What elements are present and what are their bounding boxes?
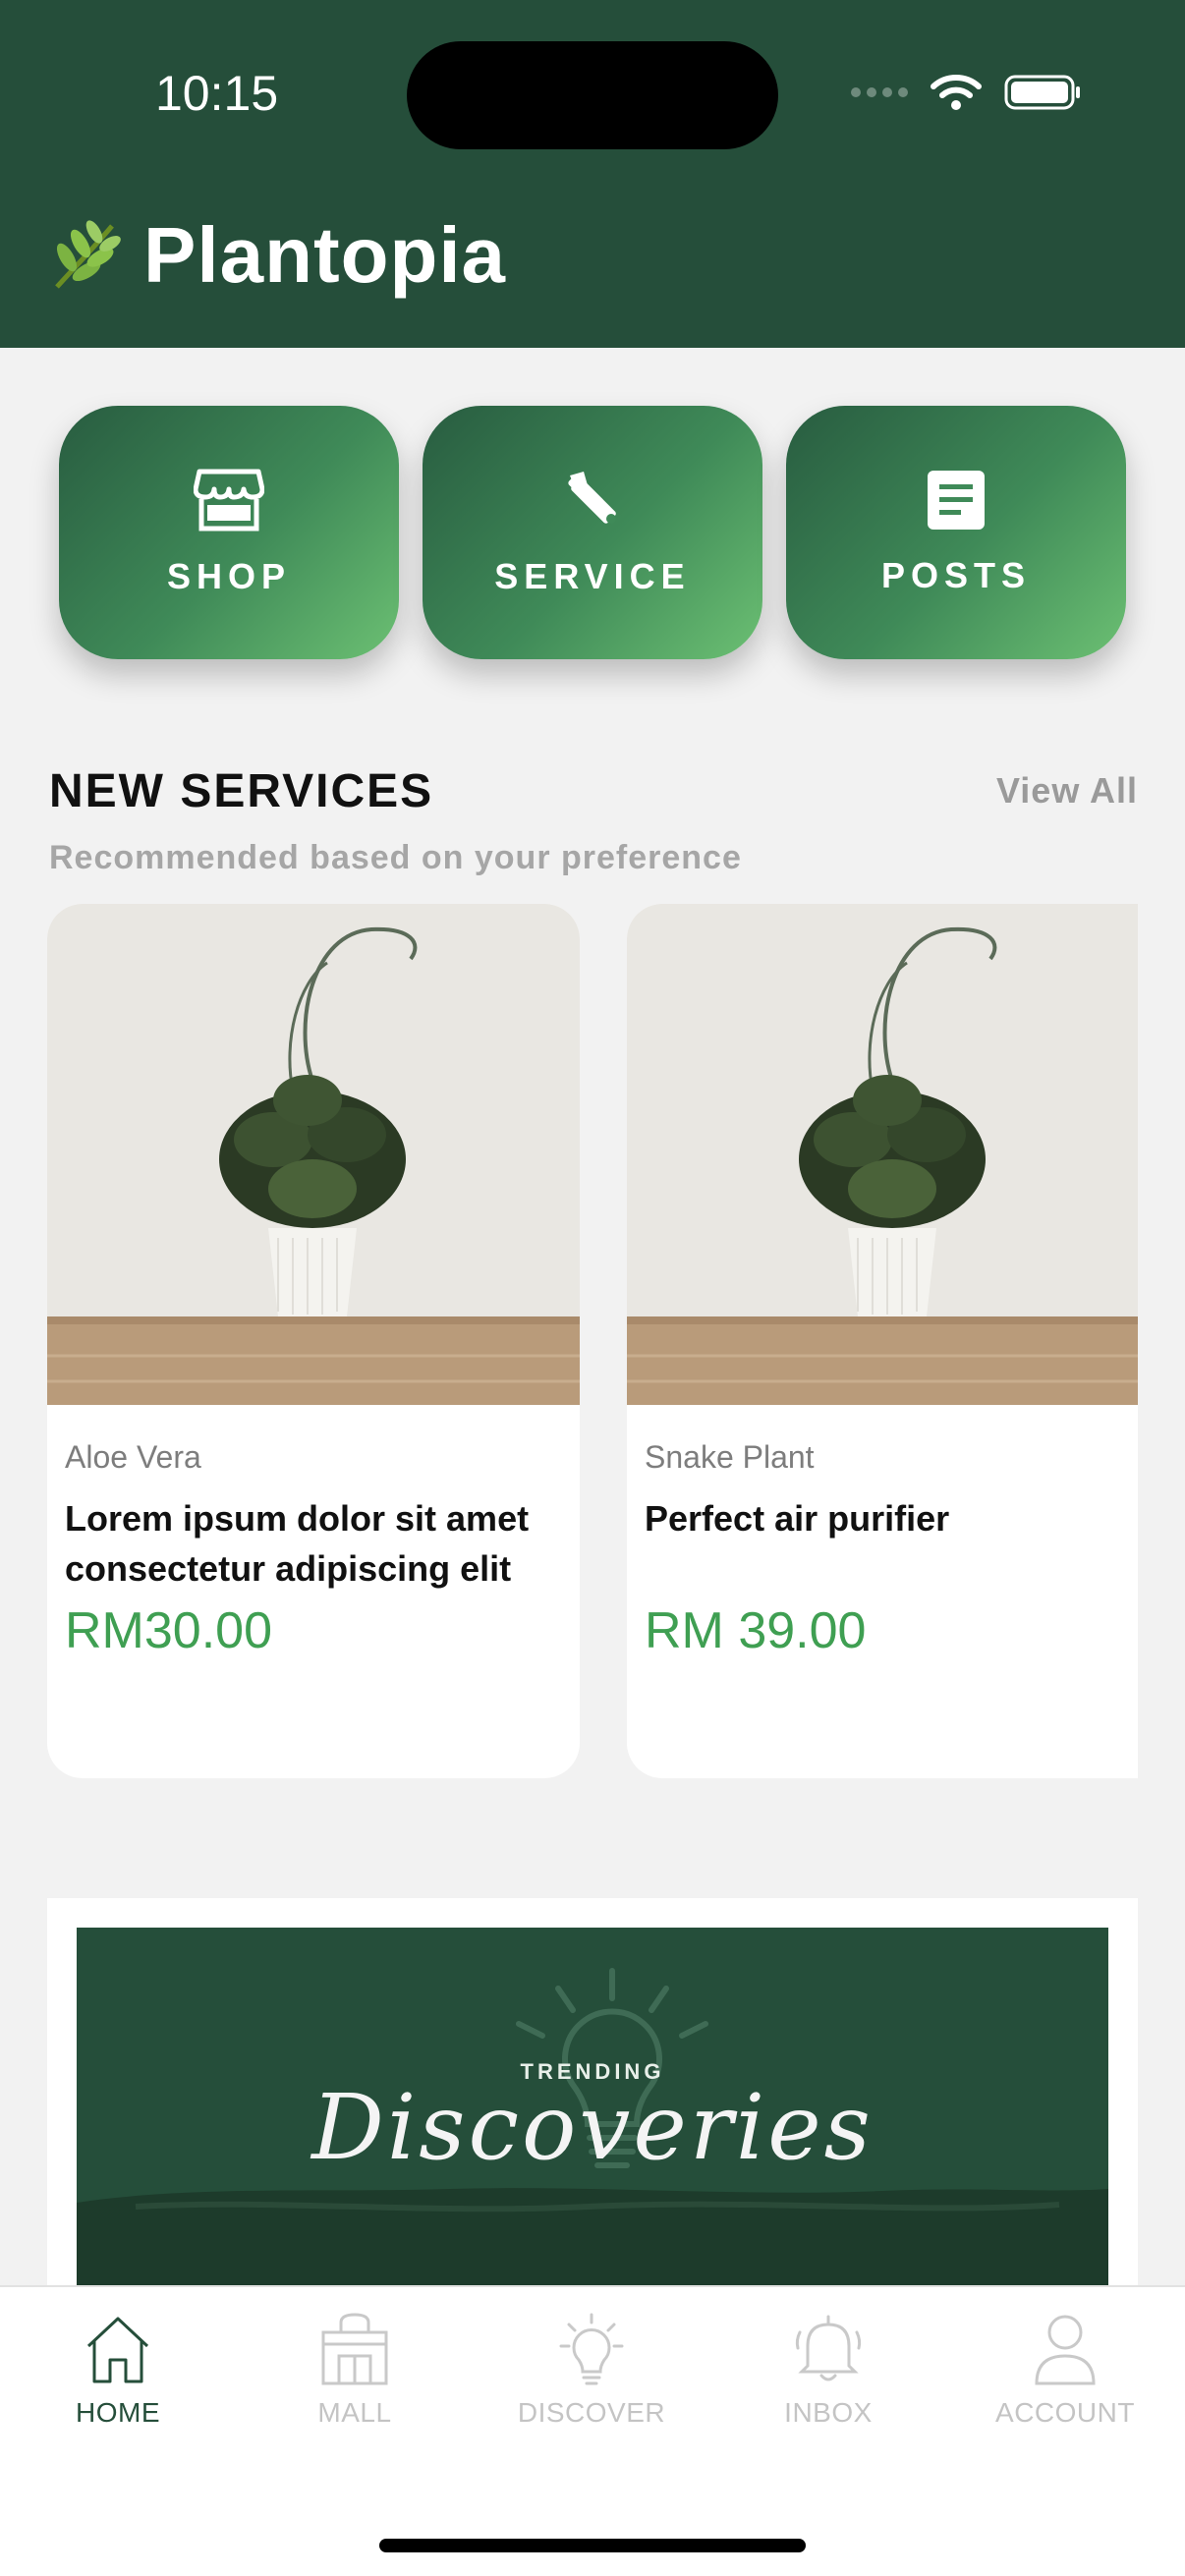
banner-image: TRENDING Discoveries — [77, 1928, 1108, 2301]
status-time: 10:15 — [155, 66, 279, 121]
tools-icon — [568, 472, 616, 524]
service-card[interactable]: Aloe Vera Lorem ipsum dolor sit amet con… — [47, 904, 580, 1778]
status-icons — [851, 73, 1083, 112]
shop-label: SHOP — [166, 556, 292, 596]
banner-title: Discoveries — [311, 2075, 874, 2180]
nav-item-discover[interactable]: DISCOVER — [493, 2313, 690, 2429]
plant-photo — [47, 904, 580, 1405]
service-label: SERVICE — [494, 556, 691, 596]
nav-label-mall: MALL — [317, 2397, 392, 2428]
brand: Plantopia — [47, 210, 506, 301]
card-title: Perfect air purifier — [645, 1498, 950, 1539]
card-category: Aloe Vera — [65, 1439, 201, 1475]
posts-label: POSTS — [880, 555, 1032, 595]
bell-icon — [795, 2315, 862, 2381]
nav-label-home: HOME — [76, 2397, 160, 2428]
nav-item-account[interactable]: ACCOUNT — [967, 2313, 1163, 2429]
section-subtitle: Recommended based on your preference — [49, 839, 742, 876]
home-indicator — [379, 2539, 806, 2552]
trending-banner[interactable]: TRENDING Discoveries — [47, 1898, 1138, 2301]
service-card[interactable]: Snake Plant Perfect air purifier RM 39.0… — [627, 904, 1138, 1778]
storefront-icon — [194, 469, 264, 532]
leaf-sprig-icon — [55, 220, 121, 289]
card-price: RM30.00 — [65, 1602, 272, 1659]
posts-button[interactable]: POSTS — [786, 406, 1126, 659]
battery-icon — [1004, 75, 1080, 110]
nav-label-inbox: INBOX — [784, 2397, 873, 2428]
app-header: 10:15 Plantopia — [0, 0, 1185, 348]
app-title: Plantopia — [143, 211, 507, 299]
nav-label-discover: DISCOVER — [517, 2397, 666, 2428]
lightbulb-icon — [559, 2313, 624, 2385]
nav-item-inbox[interactable]: INBOX — [730, 2313, 927, 2429]
user-icon — [1035, 2315, 1096, 2385]
nav-item-mall[interactable]: MALL — [256, 2313, 453, 2429]
nav-item-home[interactable]: HOME — [20, 2313, 216, 2429]
card-price: RM 39.00 — [645, 1602, 867, 1659]
wifi-icon — [931, 75, 982, 110]
home-icon — [86, 2317, 149, 2383]
service-button[interactable]: SERVICE — [423, 406, 762, 659]
plant-photo — [627, 904, 1138, 1405]
nav-label-account: ACCOUNT — [995, 2397, 1135, 2428]
card-title: Lorem ipsum dolor sit amet consectetur a… — [65, 1498, 530, 1589]
document-icon — [928, 471, 985, 530]
view-all-link[interactable]: View All — [996, 770, 1138, 812]
section-title: NEW SERVICES — [49, 765, 434, 817]
dynamic-island — [407, 41, 778, 149]
card-category: Snake Plant — [645, 1439, 815, 1475]
bottom-nav: HOME MALL DISCOVER INBOX ACCOUNT — [0, 2285, 1185, 2576]
cellular-signal-icon — [851, 87, 908, 97]
mall-icon — [321, 2313, 388, 2385]
shop-button[interactable]: SHOP — [59, 406, 399, 659]
